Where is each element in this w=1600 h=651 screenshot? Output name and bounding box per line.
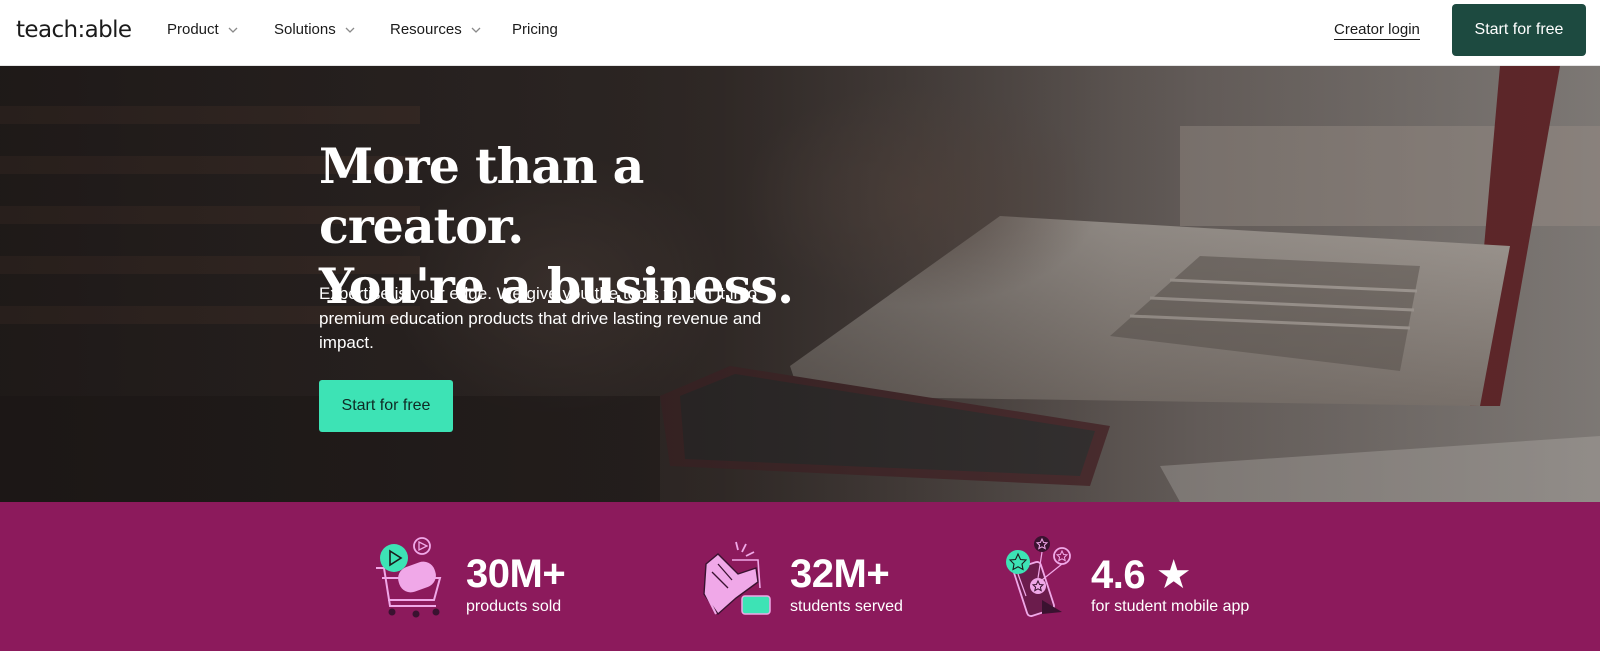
top-navbar: teach:able Product Solutions Resources P…: [0, 0, 1600, 66]
stat-products-sold: 30M+ products sold: [372, 534, 612, 624]
chevron-down-icon: [470, 24, 482, 36]
stat-label: for student mobile app: [1091, 598, 1250, 615]
stat-label: students served: [790, 598, 903, 615]
stat-label: products sold: [466, 598, 562, 615]
hero-description: Expertise is your edge. We give you the …: [319, 284, 762, 352]
teachable-logo[interactable]: teach:able: [16, 17, 132, 43]
nav-item-label: Pricing: [512, 21, 558, 38]
nav-item-product[interactable]: Product: [167, 21, 239, 38]
nav-start-free-button[interactable]: Start for free: [1452, 4, 1586, 56]
nav-item-resources[interactable]: Resources: [390, 21, 482, 38]
nav-item-solutions[interactable]: Solutions: [274, 21, 356, 38]
chevron-down-icon: [227, 24, 239, 36]
shopping-cart-illustration-icon: [376, 537, 442, 618]
clapping-hands-illustration-icon: [703, 541, 771, 616]
chevron-down-icon: [344, 24, 356, 36]
nav-item-label: Solutions: [274, 21, 336, 38]
hero-title-line-1: More than a creator.: [319, 137, 644, 255]
stat-value: 4.6 ★: [1091, 553, 1192, 597]
creator-login-link[interactable]: Creator login: [1334, 21, 1420, 40]
stat-students-served: 32M+ students served: [698, 534, 938, 624]
hero-section: More than a creator. You're a business. …: [0, 66, 1600, 502]
nav-item-label: Product: [167, 21, 219, 38]
hero-start-free-button[interactable]: Start for free: [319, 380, 453, 432]
stat-mobile-app-rating: 4.6 ★ for student mobile app: [1006, 534, 1286, 624]
phone-stars-illustration-icon: [1006, 536, 1071, 617]
nav-item-label: Resources: [390, 21, 462, 38]
nav-item-pricing[interactable]: Pricing: [512, 21, 558, 38]
stat-value: 30M+: [466, 552, 566, 596]
stats-band: 30M+ products sold 32M+ students served: [0, 502, 1600, 651]
stat-value: 32M+: [790, 552, 890, 596]
